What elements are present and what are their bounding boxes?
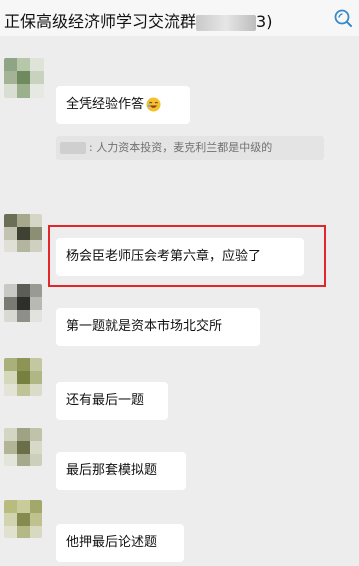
blurred-quoted-sender [60,142,86,154]
group-title-suffix: 3) [256,12,273,31]
avatar[interactable] [4,358,42,396]
group-title[interactable]: 正保高级经济师学习交流群 3) [4,8,272,32]
message-text: 全凭经验作答 [66,97,145,112]
message-bubble[interactable]: 第一题就是资本市场北交所 [56,308,260,346]
message-text: 第一题就是资本市场北交所 [66,319,223,334]
quoted-reply[interactable]: : 人力资本投资，麦克利兰都是中级的 [56,136,324,160]
blurred-group-number [196,14,257,31]
message-bubble[interactable]: 还有最后一题 [56,382,168,420]
message-bubble[interactable]: 最后那套模拟题 [56,452,186,490]
avatar[interactable] [4,58,44,98]
chat-header: 正保高级经济师学习交流群 3) [0,0,359,36]
message-text: 还有最后一题 [66,393,145,408]
avatar[interactable] [4,284,42,322]
avatar[interactable] [4,214,42,252]
message-bubble[interactable]: 他押最后论述题 [56,524,184,562]
message-bubble[interactable]: 全凭经验作答 [56,86,190,124]
message-text: 最后那套模拟题 [66,463,158,478]
red-highlight-box [48,225,326,287]
message-text: 他押最后论述题 [66,535,158,550]
group-title-text: 正保高级经济师学习交流群 [4,12,197,31]
laughing-emoji-icon [146,97,161,112]
quoted-text: 人力资本投资，麦克利兰都是中级的 [96,141,273,154]
search-chat-icon[interactable] [333,8,353,28]
avatar[interactable] [4,500,42,538]
avatar[interactable] [4,428,42,466]
